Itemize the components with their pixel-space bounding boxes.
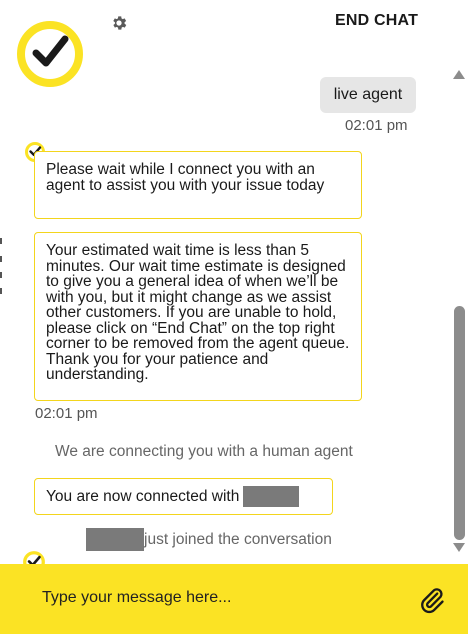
connected-message-text: You are now connected with <box>46 487 240 505</box>
message-input[interactable] <box>30 582 400 614</box>
user-message-timestamp: 02:01 pm <box>345 117 408 134</box>
redacted-agent-name <box>86 528 144 551</box>
paperclip-icon[interactable] <box>418 586 446 614</box>
settings-button[interactable] <box>108 12 130 34</box>
scroll-up-button[interactable] <box>451 68 467 80</box>
gear-icon <box>113 16 127 30</box>
end-chat-button[interactable]: END CHAT <box>335 12 418 30</box>
agent-message-timestamp: 02:01 pm <box>35 405 98 422</box>
scrollbar-thumb[interactable] <box>454 306 465 540</box>
left-edge-marks <box>0 0 3 634</box>
scroll-down-button[interactable] <box>451 542 467 554</box>
message-composer <box>0 564 468 634</box>
redacted-agent-name <box>243 486 300 507</box>
agent-message-bubble: Please wait while I connect you with an … <box>34 151 362 219</box>
system-status-message: We are connecting you with a human agent <box>55 443 353 460</box>
agent-avatar-icon <box>23 551 45 564</box>
agent-joined-notice: just joined the conversation <box>86 528 332 551</box>
chat-window: END CHAT live agent 02:01 pm Please wait… <box>0 0 474 634</box>
joined-message-text: just joined the conversation <box>144 530 332 548</box>
check-circle-logo-icon <box>17 21 83 87</box>
agent-avatar-partial <box>22 550 46 564</box>
user-message-bubble: live agent <box>320 77 416 113</box>
agent-message-bubble: Your estimated wait time is less than 5 … <box>34 232 362 401</box>
agent-message-bubble: You are now connected with <box>34 478 333 515</box>
